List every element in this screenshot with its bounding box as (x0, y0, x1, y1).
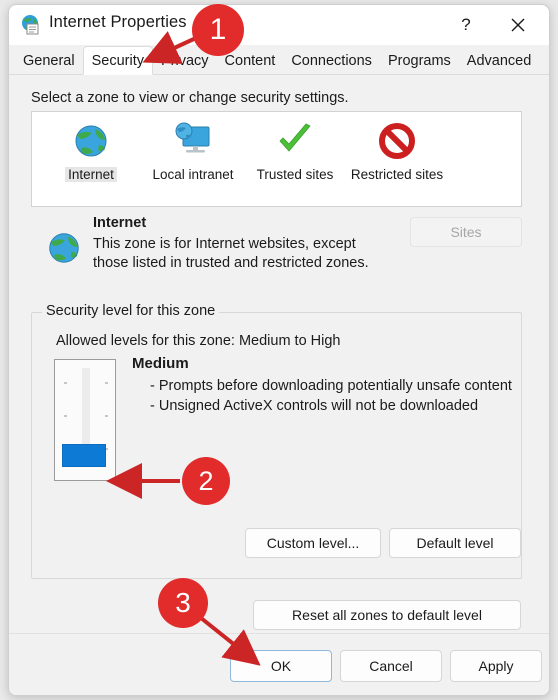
red-prohibition-icon (377, 118, 417, 164)
security-level-name: Medium (132, 355, 189, 372)
help-icon[interactable]: ? (445, 5, 487, 45)
zone-detail: Internet This zone is for Internet websi… (31, 215, 522, 295)
slider-tick (64, 382, 67, 384)
zone-trusted-sites-label: Trusted sites (256, 167, 334, 182)
custom-level-button[interactable]: Custom level... (245, 528, 381, 558)
annotation-marker-1: 1 (192, 4, 244, 56)
title-bar: Internet Properties ? (9, 5, 549, 45)
screenshot-root: Internet Properties ? General Security P… (0, 0, 558, 700)
apply-button[interactable]: Apply (450, 650, 542, 682)
security-level-slider[interactable] (54, 359, 116, 481)
zone-local-intranet-label: Local intranet (152, 167, 234, 182)
internet-properties-dialog: Internet Properties ? General Security P… (8, 4, 550, 696)
slider-tick (64, 415, 67, 417)
zone-internet-label: Internet (65, 167, 117, 182)
close-icon[interactable] (497, 5, 539, 45)
security-level-bullet: - Prompts before downloading potentially… (150, 378, 512, 394)
cancel-button[interactable]: Cancel (340, 650, 442, 682)
slider-thumb[interactable] (62, 444, 106, 467)
tab-security[interactable]: Security (82, 46, 153, 75)
tab-general[interactable]: General (15, 47, 83, 74)
default-level-button[interactable]: Default level (389, 528, 521, 558)
select-zone-label: Select a zone to view or change security… (31, 90, 349, 106)
tab-connections[interactable]: Connections (283, 47, 380, 74)
tab-strip: General Security Privacy Content Connect… (9, 45, 549, 75)
zone-trusted-sites[interactable]: Trusted sites (244, 118, 346, 182)
zone-list: Internet Local intranet Trusted sites Re… (31, 111, 522, 207)
security-level-group: Security level for this zone Allowed lev… (31, 303, 522, 579)
tab-advanced[interactable]: Advanced (459, 47, 540, 74)
dialog-footer: OK Cancel Apply (9, 633, 549, 695)
zone-restricted-sites-label: Restricted sites (350, 167, 444, 182)
security-level-bullet: - Unsigned ActiveX controls will not be … (150, 398, 479, 414)
reset-all-zones-button[interactable]: Reset all zones to default level (253, 600, 521, 630)
internet-properties-icon (20, 14, 42, 36)
ok-button[interactable]: OK (230, 650, 332, 682)
tab-programs[interactable]: Programs (380, 47, 459, 74)
zone-detail-title: Internet (93, 215, 147, 231)
zone-internet[interactable]: Internet (40, 118, 142, 182)
globe-icon (45, 229, 83, 267)
sites-button[interactable]: Sites (410, 217, 522, 247)
security-tab-panel: Select a zone to view or change security… (9, 75, 549, 653)
slider-tick (105, 382, 108, 384)
green-check-icon (274, 118, 316, 164)
zone-restricted-sites[interactable]: Restricted sites (346, 118, 448, 182)
security-level-group-title: Security level for this zone (42, 303, 220, 319)
zone-local-intranet[interactable]: Local intranet (142, 118, 244, 182)
monitor-globe-icon (171, 118, 215, 164)
allowed-levels-label: Allowed levels for this zone: Medium to … (56, 333, 341, 349)
slider-tick (105, 415, 108, 417)
security-level-bullets: - Prompts before downloading potentially… (150, 376, 512, 416)
annotation-marker-3: 3 (158, 578, 208, 628)
window-title: Internet Properties (49, 13, 187, 31)
globe-icon (71, 118, 111, 164)
zone-detail-description: This zone is for Internet websites, exce… (93, 236, 369, 271)
annotation-marker-2: 2 (182, 457, 230, 505)
